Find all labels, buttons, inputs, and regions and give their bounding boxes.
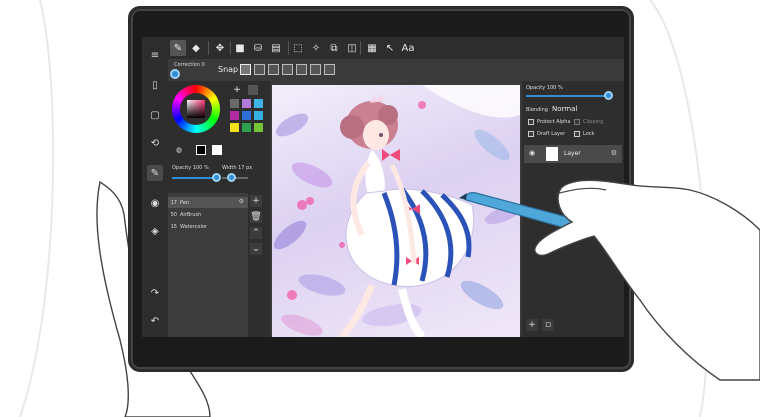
right-hand [534,179,760,381]
scene: ✎ ◆ ✥ ■ ⛁ ▤ ⬚ ✧ ⧉ ◫ ▦ ↖ Aa ≡ ▯ ▢ ⟲ ✎ ◉ ◈ [0,0,760,417]
right-hand-with-stylus [459,179,760,381]
